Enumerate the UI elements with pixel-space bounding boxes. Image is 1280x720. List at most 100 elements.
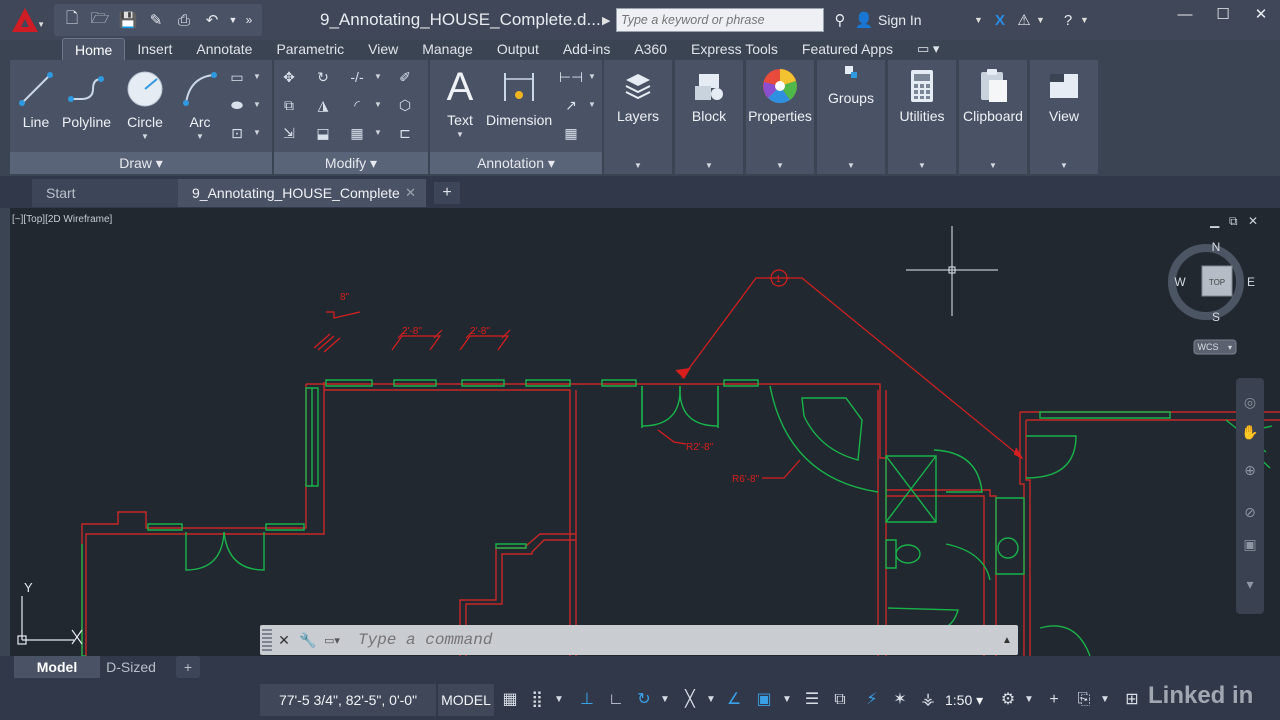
user-icon[interactable]: 👤 (852, 11, 876, 29)
more-tools-icon[interactable]: » (240, 8, 258, 32)
orbit-icon[interactable]: ⊘ (1240, 504, 1260, 521)
maximize-icon[interactable]: ☐ (1204, 0, 1242, 28)
save-as-icon[interactable]: ✎ (142, 8, 170, 32)
help-icon[interactable]: ? (1056, 12, 1080, 29)
auto-scale-icon[interactable]: ✶ (888, 684, 912, 716)
view-panel[interactable]: View ▼ (1030, 60, 1098, 174)
offset-icon[interactable]: ⊏ (394, 122, 416, 144)
dimension-button[interactable]: Dimension (486, 64, 552, 128)
tab-view[interactable]: View (356, 38, 410, 60)
trim-dropdown-icon[interactable]: ▼ (374, 72, 382, 81)
search-expand-icon[interactable]: ▶ (602, 14, 616, 27)
clipboard-panel[interactable]: Clipboard ▼ (959, 60, 1027, 174)
tab-home[interactable]: Home (62, 38, 126, 60)
tab-featured-apps[interactable]: Featured Apps (790, 38, 905, 60)
stretch-icon[interactable]: ⇲ (278, 122, 300, 144)
close-icon[interactable]: ✕ (1242, 0, 1280, 28)
grid-icon[interactable]: ▦ (500, 684, 520, 716)
sign-in-dropdown-icon[interactable]: ▼ (974, 15, 988, 25)
tab-express-tools[interactable]: Express Tools (679, 38, 790, 60)
command-history-icon[interactable]: ▲ (996, 635, 1018, 646)
tab-model[interactable]: Model (14, 656, 100, 678)
steering-wheel-icon[interactable]: ◎ (1240, 394, 1260, 411)
hatch-icon[interactable]: ⬬ (226, 94, 248, 116)
zoom-icon[interactable]: ⊕ (1240, 462, 1260, 479)
properties-panel[interactable]: Properties ▼ (746, 60, 814, 174)
layers-dropdown-icon[interactable]: ▼ (604, 161, 672, 170)
coordinates-readout[interactable]: 77'-5 3/4", 82'-5", 0'-0" (260, 684, 436, 716)
rectangle-icon[interactable]: ▭ (226, 66, 248, 88)
close-command-line-icon[interactable]: ✕ (272, 632, 296, 649)
utilities-panel[interactable]: Utilities ▼ (888, 60, 956, 174)
polar-dropdown-icon[interactable]: ▼ (658, 684, 672, 716)
undo-icon[interactable]: ↶ (198, 8, 226, 32)
arc-button[interactable]: Arc ▼ (180, 66, 220, 141)
annotation-monitor-icon[interactable]: + (1042, 684, 1066, 716)
mirror-icon[interactable]: ◮ (312, 94, 334, 116)
snap-dropdown-icon[interactable]: ▼ (552, 684, 566, 716)
object-snap-icon[interactable]: ▣ (752, 684, 776, 716)
wcs-menu[interactable]: WCS (1198, 342, 1219, 352)
annotation-visibility-icon[interactable]: ⚡ (860, 684, 884, 716)
polar-tracking-icon[interactable]: ↻ (632, 684, 656, 716)
explode-icon[interactable]: ⬡ (394, 94, 416, 116)
isodraft-icon[interactable]: ╳ (678, 684, 702, 716)
annotation-panel-title[interactable]: Annotation ▾ (430, 152, 602, 174)
tab-parametric[interactable]: Parametric (264, 38, 356, 60)
sign-in-button[interactable]: Sign In (878, 12, 974, 28)
fillet-dropdown-icon[interactable]: ▼ (374, 100, 382, 109)
modify-panel-title[interactable]: Modify ▾ (274, 152, 428, 174)
command-line-grip[interactable] (262, 629, 272, 651)
clipboard-dropdown-icon[interactable]: ▼ (959, 161, 1027, 170)
tab-drawing[interactable]: 9_Annotating_HOUSE_Complete ✕ (178, 179, 426, 207)
tab-add-ins[interactable]: Add-ins (551, 38, 622, 60)
save-icon[interactable]: 💾 (114, 8, 142, 32)
compass-s[interactable]: S (1212, 310, 1220, 324)
block-dropdown-icon[interactable]: ▼ (675, 161, 743, 170)
viewcube-face[interactable]: TOP (1209, 278, 1225, 287)
array-icon[interactable]: ▦ (346, 122, 368, 144)
close-tab-icon[interactable]: ✕ (405, 179, 416, 207)
units-dropdown-icon[interactable]: ▼ (1098, 684, 1112, 716)
isodraft-dropdown-icon[interactable]: ▼ (704, 684, 718, 716)
draw-panel-title[interactable]: Draw ▾ (10, 152, 272, 174)
workspace-dropdown-icon[interactable]: ▼ (1022, 684, 1036, 716)
lineweight-icon[interactable]: ☰ (800, 684, 824, 716)
text-dropdown-icon[interactable]: ▼ (456, 130, 464, 139)
linear-dimension-dropdown-icon[interactable]: ▼ (588, 72, 596, 81)
tab-insert[interactable]: Insert (125, 38, 184, 60)
arc-dropdown-icon[interactable]: ▼ (196, 132, 204, 141)
tab-output[interactable]: Output (485, 38, 551, 60)
minimize-icon[interactable]: — (1166, 0, 1204, 28)
command-input[interactable] (352, 631, 996, 649)
a360-dropdown-icon[interactable]: ▼ (1036, 15, 1050, 25)
recent-commands-icon[interactable]: ▭▾ (324, 630, 352, 650)
copy-icon[interactable]: ⧉ (278, 94, 300, 116)
view-dropdown-icon[interactable]: ▼ (1030, 161, 1098, 170)
region-icon[interactable]: ⊡ (226, 122, 248, 144)
navbar-settings-icon[interactable]: ▾ (1240, 576, 1260, 593)
application-menu-button[interactable]: ▼ (0, 0, 50, 40)
customize-icon[interactable]: 🔧 (296, 632, 320, 649)
exchange-apps-icon[interactable]: X (988, 12, 1012, 29)
properties-dropdown-icon[interactable]: ▼ (746, 161, 814, 170)
object-snap-tracking-icon[interactable]: ∠ (722, 684, 746, 716)
polyline-button[interactable]: Polyline (62, 66, 111, 130)
model-space-button[interactable]: MODEL (438, 684, 494, 716)
a360-icon[interactable]: ⚠ (1012, 11, 1036, 29)
trim-icon[interactable]: -/- (346, 66, 368, 88)
table-icon[interactable]: ▦ (560, 122, 582, 144)
groups-panel[interactable]: Groups ▼ (817, 60, 885, 174)
array-dropdown-icon[interactable]: ▼ (374, 128, 382, 137)
object-snap-dropdown-icon[interactable]: ▼ (780, 684, 794, 716)
groups-dropdown-icon[interactable]: ▼ (817, 161, 885, 170)
infer-constraints-icon[interactable]: ⊥ (574, 684, 600, 716)
tab-a360[interactable]: A360 (622, 38, 679, 60)
rectangle-dropdown-icon[interactable]: ▼ (253, 72, 261, 81)
circle-button[interactable]: Circle ▼ (125, 66, 165, 141)
fillet-icon[interactable]: ◜ (346, 94, 368, 116)
tab-annotate[interactable]: Annotate (184, 38, 264, 60)
add-layout-button[interactable]: + (176, 656, 200, 678)
scale-icon[interactable]: ⬓ (312, 122, 334, 144)
hatch-dropdown-icon[interactable]: ▼ (253, 100, 261, 109)
